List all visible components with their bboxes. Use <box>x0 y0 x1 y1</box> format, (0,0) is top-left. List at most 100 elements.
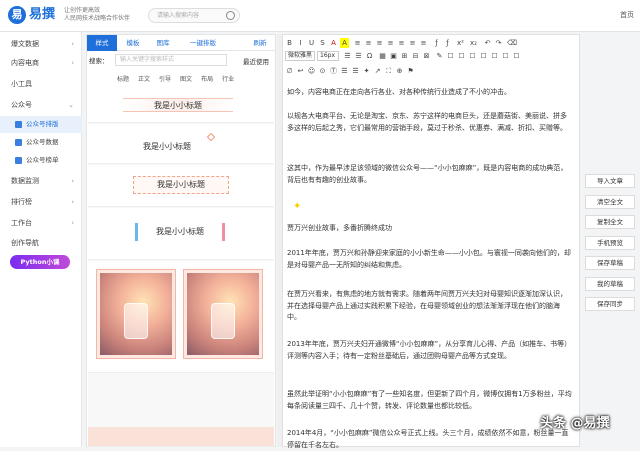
font-size-select[interactable]: 16px <box>317 51 339 61</box>
chevron-right-icon: › <box>71 40 74 48</box>
sidebar-item-workbench[interactable]: 工作台 › <box>0 215 82 232</box>
box-icon[interactable]: ☐ <box>490 51 499 61</box>
no-style-icon[interactable]: ∅ <box>285 66 294 76</box>
category-body[interactable]: 正文 <box>138 74 150 83</box>
category-guide[interactable]: 引导 <box>159 74 171 83</box>
sidebar-item-account-ranking[interactable]: 公众号榜单 <box>0 152 82 169</box>
bold-icon[interactable]: B <box>285 38 294 48</box>
paragraph-icon[interactable]: ☰ <box>340 66 349 76</box>
flag-icon[interactable]: ⚑ <box>406 66 415 76</box>
sidebar-item-leaderboard[interactable]: 排行榜 › <box>0 194 82 211</box>
save-draft-button[interactable]: 保存草稿 <box>585 256 635 270</box>
category-layout[interactable]: 布局 <box>201 74 213 83</box>
header-search-input[interactable]: 请输入搜索内容 <box>148 8 240 23</box>
style-card[interactable]: 我是小小标题 <box>88 208 274 260</box>
style-title-sample: 我是小小标题 <box>143 142 191 151</box>
category-image-text[interactable]: 图文 <box>180 74 192 83</box>
box-icon[interactable]: ☐ <box>501 51 510 61</box>
box-icon[interactable]: ☐ <box>446 51 455 61</box>
sidebar-item-layout[interactable]: 公众号排版 <box>0 116 82 133</box>
format-icon[interactable]: ƒ <box>432 38 441 48</box>
return-icon[interactable]: ↩ <box>296 66 305 76</box>
undo-icon[interactable]: ↶ <box>483 38 492 48</box>
style-card[interactable] <box>88 427 274 447</box>
import-article-button[interactable]: 导入文章 <box>585 174 635 188</box>
ordered-list-icon[interactable]: ☰ <box>354 51 363 61</box>
home-link[interactable]: 首页 <box>620 10 634 20</box>
box-icon[interactable]: ☐ <box>479 51 488 61</box>
sidebar-item-account-data[interactable]: 公众号数据 <box>0 134 82 151</box>
align-justify-icon[interactable]: ≡ <box>386 38 395 48</box>
insert-row-icon[interactable]: ⊞ <box>400 51 409 61</box>
align-right-icon[interactable]: ≡ <box>375 38 384 48</box>
style-card[interactable]: 我是小小标题 <box>88 124 274 164</box>
add-icon[interactable]: ⊕ <box>395 66 404 76</box>
category-title[interactable]: 标题 <box>117 74 129 83</box>
link-icon[interactable]: ↗ <box>373 66 382 76</box>
box-icon[interactable]: ☐ <box>457 51 466 61</box>
box-icon[interactable]: ☐ <box>468 51 477 61</box>
special-char-icon[interactable]: Ω <box>365 51 374 61</box>
delete-row-icon[interactable]: ⊟ <box>411 51 420 61</box>
editor-content[interactable]: 如今，内容电商正在走向各行各业、对各种传统行业造成了不小的冲击。 以规各大电商平… <box>285 85 575 449</box>
subscript-icon[interactable]: x₂ <box>469 38 478 48</box>
outdent-icon[interactable]: ≡ <box>408 38 417 48</box>
mobile-preview-button[interactable]: 手机预览 <box>585 235 635 250</box>
image-icon[interactable]: ▣ <box>389 51 398 61</box>
style-card[interactable]: 我是小小标题 <box>88 165 274 207</box>
target-icon[interactable]: ⊙ <box>318 66 327 76</box>
style-card[interactable]: 我是小小标题 <box>88 87 274 123</box>
magic-icon[interactable]: ✦ <box>362 66 371 76</box>
merge-cells-icon[interactable]: ⊠ <box>422 51 431 61</box>
python-course-badge[interactable]: Python小课 <box>10 255 70 269</box>
sidebar-item-tools[interactable]: 小工具 <box>0 76 82 93</box>
table-icon[interactable]: ▦ <box>378 51 387 61</box>
fullscreen-icon[interactable]: ⛶ <box>384 66 393 76</box>
brand-name[interactable]: 易撰 <box>29 6 55 24</box>
paragraph: 如今，内容电商正在走向各行各业、对各种传统行业造成了不小的冲击。 <box>287 88 511 96</box>
clear-all-button[interactable]: 清空全文 <box>585 194 635 209</box>
tab-one-click-layout[interactable]: 一键排版 <box>183 35 223 51</box>
tab-styles[interactable]: 样式 <box>87 35 117 51</box>
category-industry[interactable]: 行业 <box>222 74 234 83</box>
sidebar-item-monitoring[interactable]: 数据监测 › <box>0 173 82 190</box>
font-color-icon[interactable]: A <box>329 38 338 48</box>
search-icon[interactable] <box>226 11 235 20</box>
edit-icon[interactable]: ✎ <box>435 51 444 61</box>
strikethrough-icon[interactable]: S <box>318 38 327 48</box>
emoji-icon[interactable]: ☺ <box>307 66 316 76</box>
sidebar-item-label: 爆文数据 <box>11 40 39 48</box>
logo[interactable]: 易 <box>8 6 26 24</box>
paragraph-icon[interactable]: ☰ <box>351 66 360 76</box>
list-icon[interactable]: ☰ <box>343 51 352 61</box>
redo-icon[interactable]: ↷ <box>494 38 503 48</box>
line-height-icon[interactable]: ≡ <box>419 38 428 48</box>
tab-templates[interactable]: 模板 <box>119 35 147 51</box>
save-sync-button[interactable]: 保存同步 <box>585 297 635 311</box>
eraser-icon[interactable]: ⌫ <box>507 38 517 48</box>
style-search-input[interactable]: 输入关键字搜索样式 <box>115 54 227 66</box>
superscript-icon[interactable]: x² <box>456 38 465 48</box>
my-drafts-button[interactable]: 我的草稿 <box>585 276 635 291</box>
align-center-icon[interactable]: ≡ <box>364 38 373 48</box>
font-family-select[interactable]: 微软雅黑 <box>285 51 315 61</box>
align-left-icon[interactable]: ≡ <box>353 38 362 48</box>
sidebar-item-content-ecommerce[interactable]: 内容电商 › <box>0 55 82 72</box>
copy-all-button[interactable]: 复制全文 <box>585 215 635 229</box>
sidebar-item-hot-articles[interactable]: 爆文数据 › <box>0 36 82 53</box>
image-style-card[interactable] <box>88 261 274 373</box>
underline-icon[interactable]: U <box>307 38 316 48</box>
clear-format-icon[interactable]: ƒ <box>443 38 452 48</box>
box-icon[interactable]: ☐ <box>512 51 521 61</box>
recent-used-link[interactable]: 最近使用 <box>243 56 269 66</box>
sidebar-item-official-account[interactable]: 公众号 ⌄ <box>0 97 82 114</box>
text-icon[interactable]: Ⓣ <box>329 66 338 76</box>
sidebar-item-creation-nav[interactable]: 创作导航 <box>0 235 82 252</box>
refresh-button[interactable]: 刷新 <box>247 35 273 51</box>
sidebar-item-label: 公众号 <box>11 101 32 109</box>
indent-icon[interactable]: ≡ <box>397 38 406 48</box>
italic-icon[interactable]: I <box>296 38 305 48</box>
tab-gallery[interactable]: 图库 <box>149 35 177 51</box>
editor-panel: B I U S A A ≡ ≡ ≡ ≡ ≡ ≡ ≡ ƒ ƒ x² x₂ ↶ ↷ … <box>282 34 580 449</box>
highlight-icon[interactable]: A <box>340 38 349 48</box>
